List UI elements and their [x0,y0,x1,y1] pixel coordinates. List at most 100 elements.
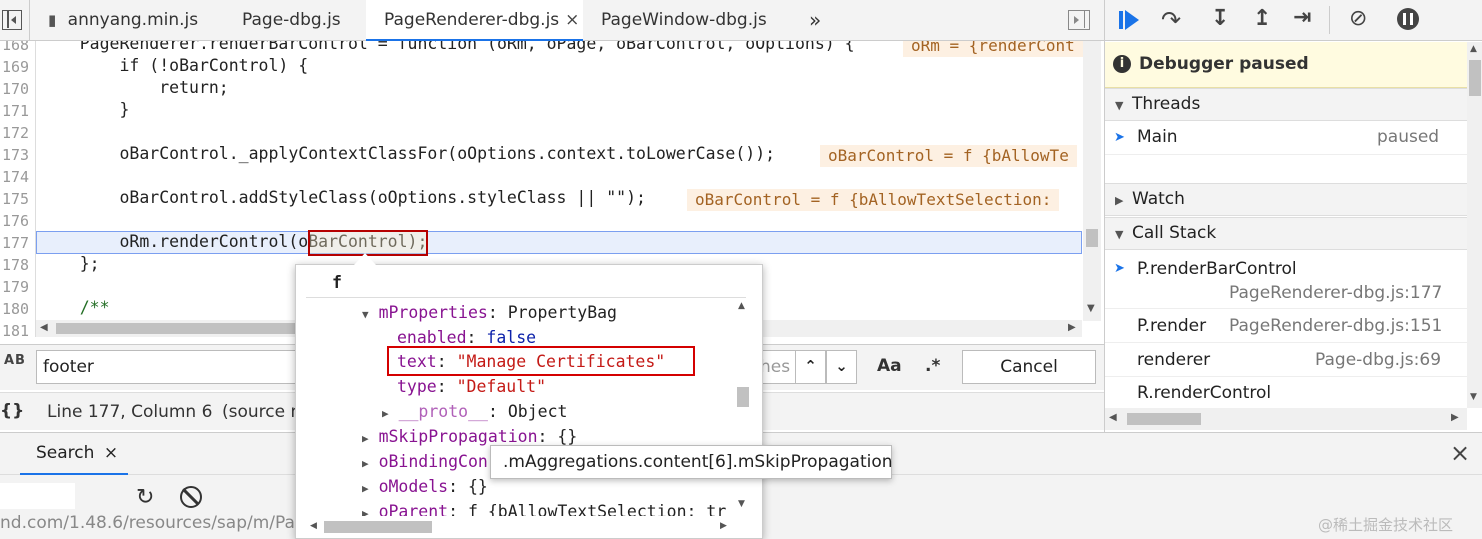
scroll-left-icon[interactable]: ◀ [40,322,48,333]
triangle-down-icon: ▼ [1115,99,1124,112]
match-case-replace-icon[interactable]: AB [4,353,26,368]
line-number[interactable]: 179 [0,278,32,296]
triangle-right-icon: ▶ [362,457,369,470]
tab-page-dbg[interactable]: Page-dbg.js [242,0,341,41]
call-frame[interactable]: renderer Page-dbg.js:69 [1105,343,1467,377]
line-number[interactable]: 176 [0,212,32,230]
find-input-value: footer [43,357,94,377]
regex-button[interactable]: .* [925,356,940,376]
scroll-thumb[interactable] [737,387,749,407]
line-number[interactable]: 172 [0,124,32,142]
popover-horizontal-scrollbar[interactable]: ◀ ▶ [306,517,734,537]
popover-vertical-scrollbar[interactable]: ▲ ▼ [734,299,752,515]
toggle-navigator-icon[interactable] [2,10,22,30]
pretty-print-icon[interactable]: {} [0,401,24,421]
scroll-left-icon[interactable]: ◀ [1109,412,1117,423]
code-line[interactable]: if (!oBarControl) { [40,56,308,75]
prop-value: PropertyBag [507,303,617,322]
tab-annyang[interactable]: ▮ annyang.min.js [48,0,198,41]
match-case-button[interactable]: Aa [877,356,902,376]
tab-pagewindow-dbg[interactable]: PageWindow-dbg.js [601,0,767,41]
code-line[interactable]: } [40,100,129,119]
tree-row-mproperties[interactable]: ▼ mProperties: PropertyBag [362,303,617,322]
scroll-down-icon[interactable]: ▼ [1470,392,1477,402]
tree-row-omodels[interactable]: ▶ oModels: {} [362,477,488,496]
line-number[interactable]: 169 [0,58,32,76]
step-over-icon[interactable]: ↷ [1161,6,1181,34]
tab-pagerenderer-dbg[interactable]: PageRenderer-dbg.js × [366,0,584,41]
line-number[interactable]: 180 [0,300,32,318]
line-number[interactable]: 178 [0,256,32,274]
scroll-down-icon[interactable]: ▼ [1087,303,1095,314]
debugger-sidebar: ↷ ↧ ↥ ⇥ ⊘ i Debugger paused ▼ Threads ➤ … [1104,0,1482,432]
line-number[interactable]: 168 [0,41,32,54]
code-line[interactable]: oBarControl.addStyleClass(oOptions.style… [40,188,646,207]
scroll-left-icon[interactable]: ◀ [310,521,317,531]
code-line[interactable]: oBarControl._applyContextClassFor(oOptio… [40,144,775,163]
line-number[interactable]: 175 [0,190,32,208]
step-into-icon[interactable]: ↧ [1211,6,1229,31]
code-line[interactable]: }; [40,254,100,273]
refresh-icon[interactable]: ↻ [136,485,154,510]
tree-row-mskippropagation[interactable]: ▶ mSkipPropagation: {} [362,427,577,446]
scroll-thumb[interactable] [324,521,432,533]
find-previous-button[interactable]: ⌃ [795,350,826,384]
deactivate-breakpoints-icon[interactable]: ⊘ [1349,6,1367,31]
scroll-down-icon[interactable]: ▼ [738,499,745,509]
find-input[interactable]: footer [36,350,300,384]
code-line[interactable]: PageRenderer.renderBarControl = function… [40,41,855,53]
call-frame[interactable]: P.render PageRenderer-dbg.js:151 [1105,309,1467,343]
threads-header[interactable]: ▼ Threads [1105,88,1467,121]
prop-value: {} [557,427,578,446]
scroll-thumb[interactable] [1127,413,1201,425]
line-number[interactable]: 170 [0,80,32,98]
close-drawer-icon[interactable]: × [1450,439,1470,467]
line-number[interactable]: 174 [0,168,32,186]
scroll-thumb[interactable] [1086,229,1098,247]
thread-row[interactable]: ➤ Main paused [1105,121,1467,155]
tree-row-proto[interactable]: ▶ __proto__: Object [382,402,567,421]
tab-label: annyang.min.js [67,10,199,30]
frame-location[interactable]: PageRenderer-dbg.js:151 [1229,316,1442,336]
scroll-up-icon[interactable]: ▲ [738,301,745,311]
prop-value: "Default" [456,377,547,396]
frame-location[interactable]: PageRenderer-dbg.js:177 [1229,283,1442,303]
tab-search[interactable]: Search × [20,433,129,475]
line-number[interactable]: 171 [0,102,32,120]
call-frame[interactable]: R.renderControl [1105,377,1467,407]
line-number[interactable]: 177 [0,234,32,252]
scroll-thumb[interactable] [1469,60,1481,96]
search-result-url[interactable]: nd.com/1.48.6/resources/sap/m/Pag [0,513,306,533]
scroll-right-icon[interactable]: ▶ [1451,412,1459,423]
watch-header[interactable]: ▶ Watch [1105,183,1467,216]
tree-row-obindingcontexts[interactable]: ▶ oBindingCon [362,452,488,471]
editor-vertical-scrollbar[interactable]: ▼ [1083,41,1101,321]
close-icon[interactable]: × [565,10,579,30]
code-line[interactable]: return; [40,78,229,97]
line-number[interactable]: 181 [0,322,32,337]
find-next-button[interactable]: ⌄ [826,350,857,384]
scroll-up-icon[interactable]: ▲ [1470,44,1477,54]
close-icon[interactable]: × [104,443,118,463]
call-stack-header[interactable]: ▼ Call Stack [1105,217,1467,250]
step-icon[interactable]: ⇥ [1293,5,1311,30]
clear-icon[interactable] [180,486,202,508]
prop-key: oModels [378,477,449,496]
scroll-right-icon[interactable]: ▶ [1068,322,1076,333]
code-line[interactable]: /** [40,298,110,317]
sidebar-vertical-scrollbar[interactable]: ▲ ▼ [1467,42,1482,408]
call-frame[interactable]: ➤ P.renderBarControl PageRenderer-dbg.js… [1105,251,1467,309]
line-number[interactable]: 173 [0,146,32,164]
step-out-icon[interactable]: ↥ [1253,6,1271,31]
scroll-right-icon[interactable]: ▶ [720,521,727,531]
pause-on-exceptions-icon[interactable] [1397,8,1419,30]
more-tabs-button[interactable]: » [809,0,821,41]
cursor-position: Line 177, Column 6 [47,402,213,422]
sidebar-horizontal-scrollbar[interactable]: ◀ ▶ [1105,408,1467,430]
search-drawer-input[interactable] [0,483,75,509]
toggle-debugger-icon[interactable] [1068,10,1090,30]
tree-row-oparent[interactable]: ▶ oParent: f {bAllowTextSelection: tr [362,502,726,516]
cancel-button[interactable]: Cancel [962,350,1096,384]
frame-location[interactable]: Page-dbg.js:69 [1315,350,1441,370]
tree-row-type: type: "Default" [397,377,546,396]
